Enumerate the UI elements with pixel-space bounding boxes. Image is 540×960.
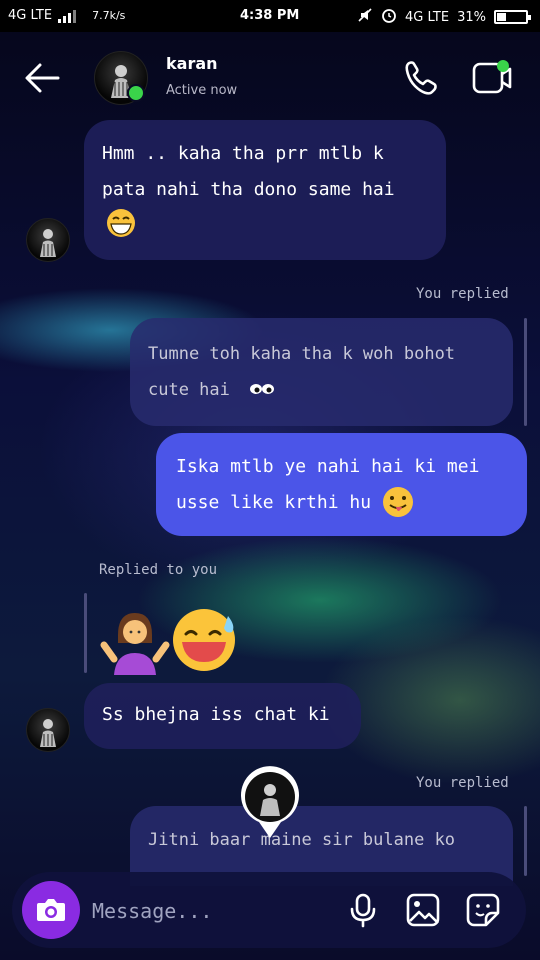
status-bar: 4G LTE 7.7k/s 4:38 PM 4G LTE 31% — [0, 0, 540, 32]
reply-indicator-bar — [84, 593, 87, 673]
network-type-left: 4G LTE — [8, 8, 53, 23]
reply-label: Replied to you — [99, 562, 218, 578]
microphone-icon[interactable] — [344, 891, 382, 929]
gallery-icon[interactable] — [404, 891, 442, 929]
mute-icon — [357, 7, 373, 27]
network-type-right: 4G LTE — [405, 9, 450, 25]
shrug-emoji-icon — [100, 605, 170, 675]
eyes-emoji-icon — [248, 381, 276, 400]
quoted-text: Tumne toh kaha tha k woh bohot cute hai — [148, 344, 456, 400]
battery-icon — [494, 10, 531, 24]
network-speed: 7.7k/s — [92, 9, 126, 22]
back-arrow-icon[interactable] — [22, 60, 62, 96]
reply-label: You replied — [416, 286, 509, 302]
quoted-text: Jitni baar maine sir bulane ko — [148, 830, 456, 850]
camera-icon[interactable] — [22, 881, 80, 939]
seen-avatar[interactable] — [239, 766, 301, 838]
reply-indicator-bar — [524, 806, 527, 876]
online-indicator — [127, 84, 145, 102]
status-right: 4G LTE 31% — [357, 7, 531, 27]
message-text: Ss bhejna iss chat ki — [102, 704, 330, 725]
battery-percent: 31% — [457, 9, 486, 25]
contact-name[interactable]: karan — [166, 54, 218, 73]
phone-icon[interactable] — [400, 58, 440, 98]
clock: 4:38 PM — [240, 8, 300, 23]
signal-icon — [58, 9, 77, 23]
sender-avatar[interactable] — [26, 218, 70, 262]
message-input[interactable] — [90, 890, 334, 932]
reply-label: You replied — [416, 775, 509, 791]
message-composer — [12, 872, 526, 948]
tongue-emoji-icon — [381, 486, 415, 522]
contact-status: Active now — [166, 83, 238, 98]
video-call-icon[interactable] — [470, 58, 514, 98]
quoted-message[interactable]: Tumne toh kaha tha k woh bohot cute hai — [130, 318, 513, 426]
status-left: 4G LTE 7.7k/s — [8, 8, 125, 23]
reply-indicator-bar — [524, 318, 527, 426]
message-text: Hmm .. kaha tha prr mtlb k pata nahi tha… — [102, 143, 395, 200]
sticker-icon[interactable] — [464, 891, 502, 929]
alarm-icon — [381, 7, 397, 27]
chat-header: karan Active now — [0, 32, 540, 122]
message-outgoing[interactable]: Iska mtlb ye nahi hai ki mei usse like k… — [156, 433, 527, 536]
grinning-emoji-icon — [104, 208, 138, 242]
sweat-smile-emoji-icon — [170, 608, 240, 672]
message-incoming[interactable]: Ss bhejna iss chat ki — [84, 683, 361, 749]
message-incoming[interactable]: Hmm .. kaha tha prr mtlb k pata nahi tha… — [84, 120, 446, 260]
sender-avatar[interactable] — [26, 708, 70, 752]
message-text: Iska mtlb ye nahi hai ki mei usse like k… — [176, 456, 480, 513]
